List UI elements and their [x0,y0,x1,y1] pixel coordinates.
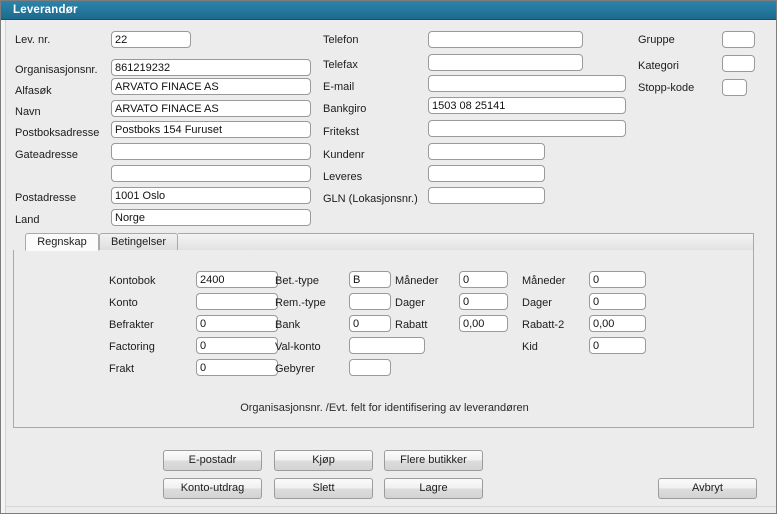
label-dager-2: Dager [522,297,552,309]
input-konto[interactable] [196,293,278,310]
button-kjop[interactable]: Kjøp [274,450,373,471]
input-rem-type[interactable] [349,293,391,310]
input-postboksadresse[interactable] [111,121,311,138]
label-gln: GLN (Lokasjonsnr.) [323,193,418,205]
window-titlebar: Leverandør [1,1,776,20]
input-maneder-1[interactable] [459,271,508,288]
button-lagre[interactable]: Lagre [384,478,483,499]
button-avbryt[interactable]: Avbryt [658,478,757,499]
label-land: Land [15,214,40,226]
input-gateadresse[interactable] [111,143,311,160]
label-gebyrer: Gebyrer [275,363,315,375]
label-telefon: Telefon [323,34,359,46]
tab-betingelser[interactable]: Betingelser [99,233,178,251]
label-alfasok: Alfasøk [15,85,52,97]
input-navn[interactable] [111,100,311,117]
panel-help-note: Organisasjonsnr. /Evt. felt for identifi… [240,402,529,414]
label-postadresse: Postadresse [15,192,77,204]
label-bet-type: Bet.-type [275,275,320,287]
label-maneder-2: Måneder [522,275,566,287]
label-konto: Konto [109,297,138,309]
label-gateadresse: Gateadresse [15,149,78,161]
label-factoring: Factoring [109,341,155,353]
input-bank[interactable] [349,315,391,332]
input-lev-nr[interactable] [111,31,191,48]
label-navn: Navn [15,106,41,118]
input-land[interactable] [111,209,311,226]
label-postboksadresse: Postboksadresse [15,127,100,139]
input-maneder-2[interactable] [589,271,646,288]
input-stopp-kode[interactable] [722,79,747,96]
input-frakt[interactable] [196,359,278,376]
input-email[interactable] [428,75,626,92]
input-telefax[interactable] [428,54,583,71]
label-email: E-mail [323,81,355,93]
label-stopp-kode: Stopp-kode [638,82,695,94]
input-gln[interactable] [428,187,545,204]
input-kategori[interactable] [722,55,755,72]
bottom-divider [6,506,776,507]
input-befrakter[interactable] [196,315,278,332]
input-rabatt[interactable] [459,315,508,332]
label-gruppe: Gruppe [638,34,675,46]
input-postadresse[interactable] [111,187,311,204]
label-kategori: Kategori [638,60,679,72]
label-organisasjonsnr: Organisasjonsnr. [15,64,98,76]
label-rem-type: Rem.-type [275,297,326,309]
input-gebyrer[interactable] [349,359,391,376]
label-bankgiro: Bankgiro [323,103,367,115]
tabstrip: Regnskap Betingelser [13,233,754,251]
input-rabatt-2[interactable] [589,315,646,332]
input-kid[interactable] [589,337,646,354]
label-befrakter: Befrakter [109,319,154,331]
button-flere-butikker[interactable]: Flere butikker [384,450,483,471]
tab-regnskap[interactable]: Regnskap [25,233,99,251]
tabstrip-filler [178,233,754,251]
input-fritekst[interactable] [428,120,626,137]
input-gateadresse-line2[interactable] [111,165,311,182]
input-kundenr[interactable] [428,143,545,160]
label-lev-nr: Lev. nr. [15,34,51,46]
label-kontobok: Kontobok [109,275,156,287]
input-telefon[interactable] [428,31,583,48]
input-kontobok[interactable] [196,271,278,288]
window-title: Leverandør [13,4,78,16]
label-fritekst: Fritekst [323,126,360,138]
tab-panel-regnskap: Kontobok Konto Befrakter Factoring Frakt… [13,250,754,428]
label-dager-1: Dager [395,297,425,309]
input-val-konto[interactable] [349,337,425,354]
input-gruppe[interactable] [722,31,755,48]
label-val-konto: Val-konto [275,341,321,353]
label-kundenr: Kundenr [323,149,365,161]
button-konto-utdrag[interactable]: Konto-utdrag [163,478,262,499]
label-kid: Kid [522,341,538,353]
input-bankgiro[interactable] [428,97,626,114]
input-bet-type[interactable] [349,271,391,288]
button-slett[interactable]: Slett [274,478,373,499]
input-dager-2[interactable] [589,293,646,310]
input-dager-1[interactable] [459,293,508,310]
label-telefax: Telefax [323,59,358,71]
input-organisasjonsnr[interactable] [111,59,311,76]
input-alfasok[interactable] [111,78,311,95]
label-frakt: Frakt [109,363,135,375]
left-edge-strip [1,20,6,513]
label-rabatt: Rabatt [395,319,428,331]
label-maneder-1: Måneder [395,275,439,287]
input-factoring[interactable] [196,337,278,354]
label-bank: Bank [275,319,301,331]
leverandor-window: Leverandør Lev. nr. Organisasjonsnr. Alf… [0,0,777,514]
button-e-postadr[interactable]: E-postadr [163,450,262,471]
label-leveres: Leveres [323,171,363,183]
input-leveres[interactable] [428,165,545,182]
label-rabatt-2: Rabatt-2 [522,319,565,331]
